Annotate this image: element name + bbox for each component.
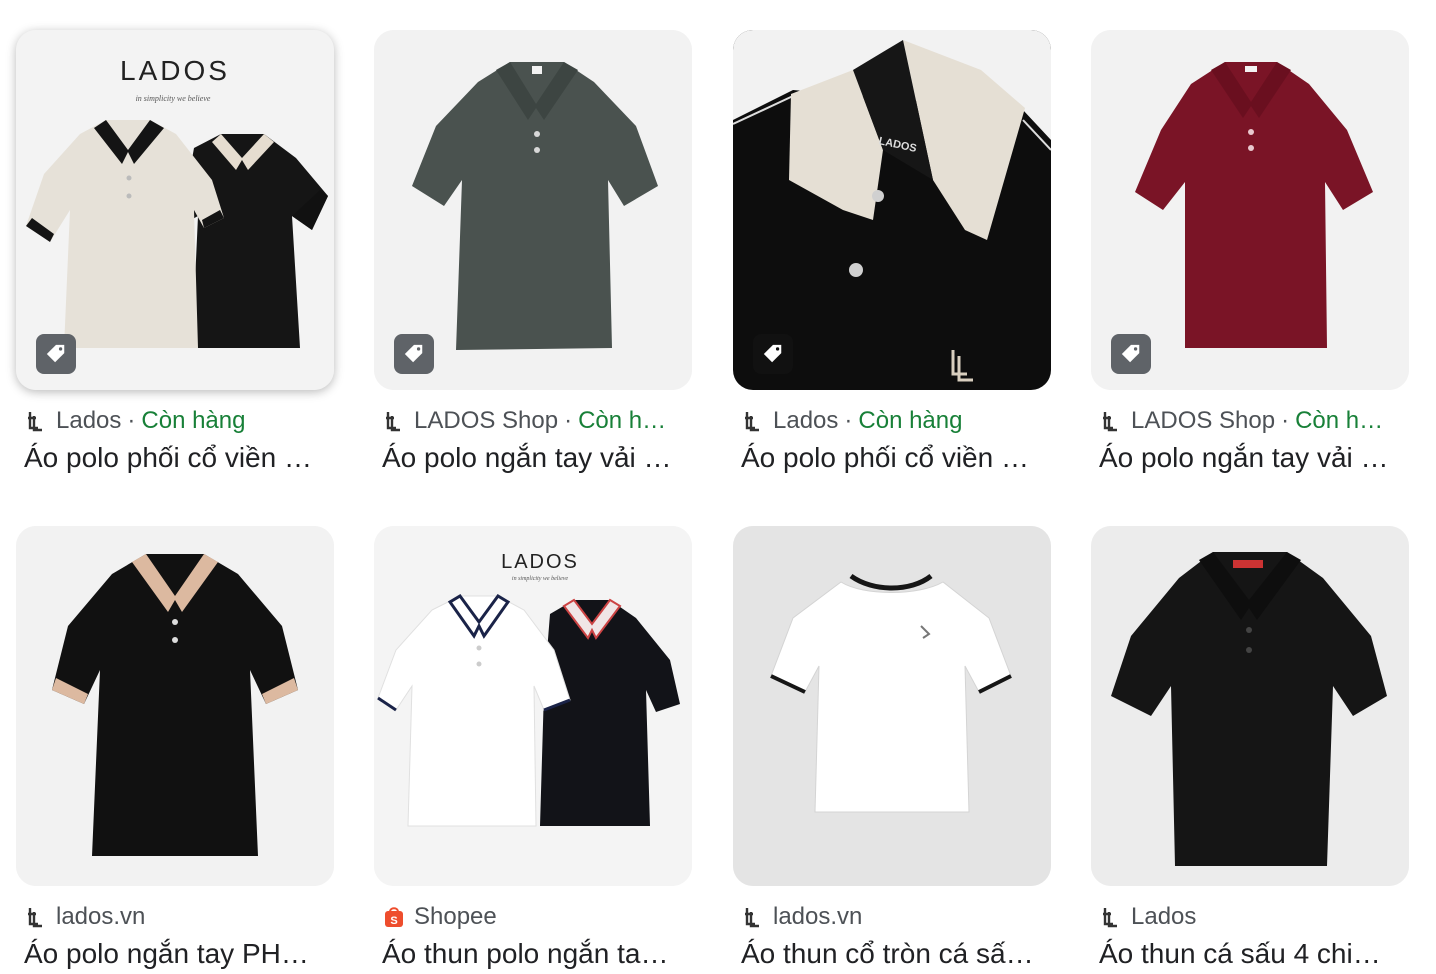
- lados-logo-icon: [386, 412, 400, 432]
- product-card[interactable]: lados.vn Áo thun cổ tròn cá sấ…: [733, 526, 1051, 972]
- svg-text:in simplicity we believe: in simplicity we believe: [136, 94, 211, 103]
- svg-text:LADOS: LADOS: [501, 551, 579, 573]
- meta-separator: ·: [127, 407, 136, 434]
- price-tag-icon[interactable]: [1111, 334, 1151, 374]
- lados-logo-icon: [745, 412, 759, 432]
- white-navy-polo-pair-image: LADOS in simplicity we believe: [374, 526, 692, 886]
- product-meta: lados.vn: [733, 902, 1051, 932]
- product-title[interactable]: Áo polo ngắn tay vải …: [1091, 440, 1401, 476]
- stock-status: Còn h…: [578, 407, 667, 434]
- source-name[interactable]: LADOS Shop: [414, 407, 558, 435]
- product-title[interactable]: Áo polo phối cổ viền …: [733, 440, 1043, 476]
- product-image[interactable]: [733, 526, 1051, 886]
- price-tag-icon[interactable]: [753, 334, 793, 374]
- product-card[interactable]: LADOS in simplicity we believe Lados · C…: [16, 30, 334, 476]
- product-title[interactable]: Áo polo phối cổ viền …: [16, 440, 326, 476]
- svg-text:LADOS: LADOS: [120, 55, 230, 86]
- product-image[interactable]: LADOS in simplicity we believe: [16, 30, 334, 390]
- white-crewneck-tee-image: [733, 526, 1051, 886]
- lados-logo-icon: [1103, 908, 1117, 928]
- lados-logo-icon: [28, 412, 42, 432]
- lados-logo-icon: [28, 908, 42, 928]
- source-name[interactable]: Lados: [773, 407, 838, 435]
- stock-status: Còn h…: [1295, 407, 1384, 434]
- product-meta: LADOS Shop · Còn h…: [374, 406, 692, 436]
- source-name[interactable]: Lados: [1131, 903, 1196, 931]
- product-card[interactable]: LADOS Shop · Còn h… Áo polo ngắn tay vải…: [374, 30, 692, 476]
- stock-status: Còn hàng: [858, 407, 963, 434]
- product-card[interactable]: LADOS Shop · Còn h… Áo polo ngắn tay vải…: [1091, 30, 1409, 476]
- product-meta: Lados · Còn hàng: [16, 406, 334, 436]
- product-card[interactable]: LADOS in simplicity we believe S Shopee …: [374, 526, 692, 972]
- product-meta: S Shopee: [374, 902, 692, 932]
- product-image[interactable]: [374, 30, 692, 390]
- shopee-bag-icon: S: [385, 907, 403, 927]
- product-title[interactable]: Áo polo ngắn tay vải …: [374, 440, 684, 476]
- svg-text:in simplicity we believe: in simplicity we believe: [512, 576, 568, 582]
- product-card[interactable]: Lados Áo thun cá sấu 4 chi…: [1091, 526, 1409, 972]
- black-polo-image: [1091, 526, 1409, 886]
- product-title[interactable]: Áo polo ngắn tay PH…: [16, 936, 326, 972]
- price-tag-icon[interactable]: [394, 334, 434, 374]
- product-title[interactable]: Áo thun polo ngắn ta…: [374, 936, 684, 972]
- meta-separator: ·: [844, 407, 853, 434]
- meta-separator: ·: [564, 407, 573, 434]
- source-name[interactable]: lados.vn: [56, 903, 145, 931]
- stock-status: Còn hàng: [141, 407, 246, 434]
- product-title[interactable]: Áo thun cổ tròn cá sấ…: [733, 936, 1043, 972]
- product-meta: LADOS Shop · Còn h…: [1091, 406, 1409, 436]
- product-image[interactable]: LADOS: [733, 30, 1051, 390]
- lados-logo-icon: [1103, 412, 1117, 432]
- product-card[interactable]: LADOS Lados · Còn hàng Áo polo phối cổ v…: [733, 30, 1051, 476]
- product-image[interactable]: LADOS in simplicity we believe: [374, 526, 692, 886]
- product-title[interactable]: Áo thun cá sấu 4 chi…: [1091, 936, 1401, 972]
- source-name[interactable]: Lados: [56, 407, 121, 435]
- source-name[interactable]: lados.vn: [773, 903, 862, 931]
- source-name[interactable]: LADOS Shop: [1131, 407, 1275, 435]
- source-name[interactable]: Shopee: [414, 903, 497, 931]
- lados-logo-icon: [745, 908, 759, 928]
- product-meta: Lados · Còn hàng: [733, 406, 1051, 436]
- product-image[interactable]: [16, 526, 334, 886]
- product-image[interactable]: [1091, 526, 1409, 886]
- black-beige-polo-image: [16, 526, 334, 886]
- price-tag-icon[interactable]: [36, 334, 76, 374]
- meta-separator: ·: [1281, 407, 1290, 434]
- product-meta: lados.vn: [16, 902, 334, 932]
- image-results-grid: LADOS in simplicity we believe Lados · C…: [0, 0, 1436, 974]
- product-card[interactable]: lados.vn Áo polo ngắn tay PH…: [16, 526, 334, 972]
- svg-text:S: S: [390, 915, 397, 927]
- product-meta: Lados: [1091, 902, 1409, 932]
- product-image[interactable]: [1091, 30, 1409, 390]
